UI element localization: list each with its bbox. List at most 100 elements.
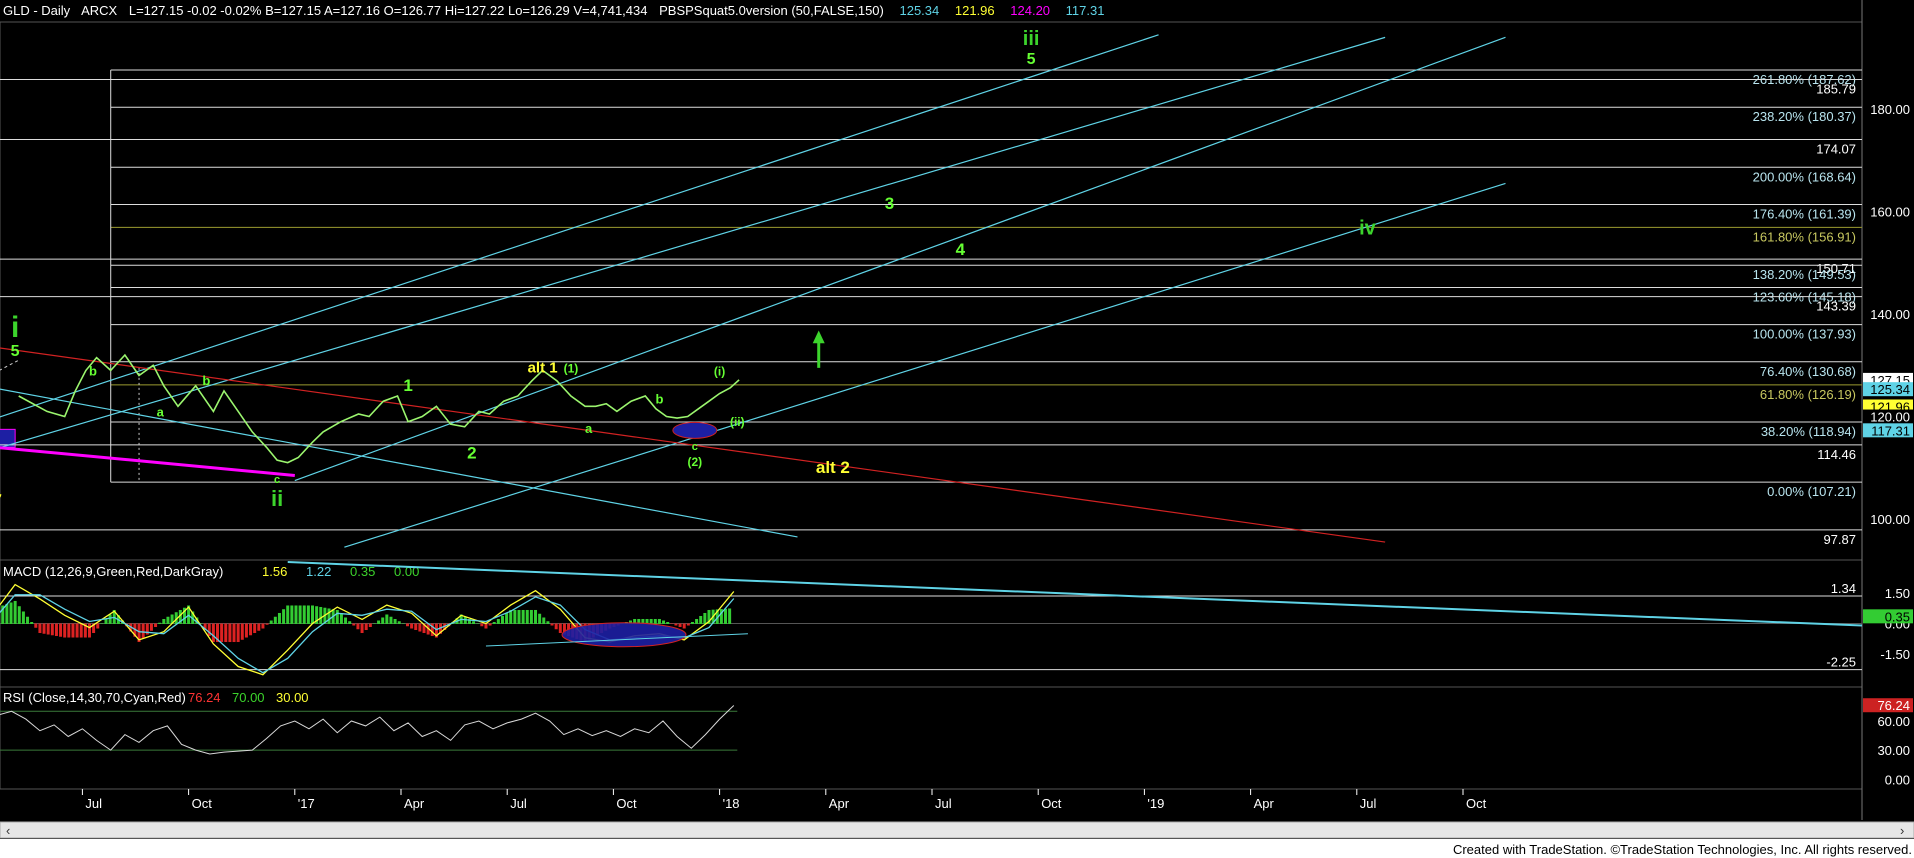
macd-histogram-bar-23-4 [500,615,504,624]
wave-label-11: alt 1 [528,359,558,376]
fib-level-label-16: 0.00% (107.21) [1767,484,1856,499]
wave-label-21: 4 [956,240,966,259]
header-indicator-value-1: 125.34 [899,3,939,18]
macd-histogram-bar-12-2 [220,623,224,643]
macd-histogram-bar-19-2 [393,618,397,624]
macd-histogram-bar-18-3 [372,623,376,624]
price-tag-1: 125.34 [1870,382,1910,397]
macd-histogram-bar-17-5 [356,623,360,630]
macd-histogram-bar-18-4 [377,620,381,624]
macd-histogram-bar-14-1 [265,623,269,625]
macd-histogram-bar-25-3 [546,621,550,624]
macd-axis-tick-2: -1.50 [1880,647,1910,662]
macd-histogram-bar-14-2 [269,620,273,624]
macd-histogram-bar-17-0 [335,609,339,624]
footer-credit: Created with TradeStation. ©TradeStation… [1453,842,1912,857]
macd-histogram-bar-24-1 [513,609,517,624]
macd-histogram-bar-23-2 [492,621,496,624]
header-symbol: GLD - Daily [3,3,71,18]
header-quote: L=127.15 -0.02 -0.02% B=127.15 A=127.16 … [129,3,648,18]
wave-label-4: b [89,364,97,379]
macd-histogram-bar-15-4 [302,605,306,624]
macd-value-0: 1.56 [262,564,287,579]
macd-histogram-bar-7-0 [87,623,91,638]
macd-histogram-bar-15-3 [298,605,302,624]
gld-daily-chart: GLD - Daily ARCX L=127.15 -0.02 -0.02% B… [0,0,1914,858]
macd-histogram-bar-24-2 [517,609,521,624]
macd-histogram-bar-25-0 [534,609,538,624]
macd-histogram-bar-12-5 [232,623,236,643]
macd-histogram-bar-16-0 [311,605,314,624]
macd-histogram-bar-5-2 [46,623,50,635]
macd-histogram-bar-18-5 [381,617,385,624]
macd-ellipse [561,622,687,648]
price-axis-tick-0: 180.00 [1870,102,1910,117]
horizontal-scrollbar[interactable]: ‹ › [0,821,1914,839]
macd-histogram-bar-31-0 [682,623,686,629]
wave-label-16: (2) [687,455,702,469]
time-axis-label-1: Oct [192,796,213,811]
macd-histogram-bar-13-3 [249,623,253,636]
macd-histogram-bar-6-4 [79,623,83,638]
macd-axis-tick-0: 1.50 [1885,586,1910,601]
scroll-left-arrow-icon[interactable]: ‹ [6,823,10,838]
price-axis-tick-2: 140.00 [1870,307,1910,322]
macd-histogram-bar-23-3 [496,618,500,624]
macd-histogram-bar-14-3 [273,616,277,624]
rsi-title: RSI (Close,14,30,70,Cyan,Red) [3,690,186,705]
wave-label-24: iv [1359,218,1377,240]
rsi-value-2: 30.00 [276,690,309,705]
wave-label-22: iii [1023,28,1040,50]
macd-value-1: 1.22 [306,564,331,579]
rsi-axis-tick-1: 30.00 [1877,743,1910,758]
macd-histogram-bar-6-1 [67,623,71,638]
macd-histogram-bar-14-5 [282,609,286,624]
macd-histogram-bar-4-2 [21,611,25,624]
macd-histogram-bar-25-2 [542,617,546,624]
fib-level-label-1: 185.79 [1816,81,1856,96]
macd-histogram-bar-32-4 [724,608,727,624]
wave-label-1: 5 [11,343,20,360]
fib-level-label-4: 200.00% (168.64) [1753,169,1856,184]
wave-label-13: a [585,421,593,436]
wave-label-6: b [202,373,210,388]
macd-histogram-bar-9-3 [149,623,153,631]
wave-2-ellipse [672,421,718,439]
macd-histogram-bar-3-4 [5,603,9,624]
macd-histogram-bar-4-1 [17,606,21,624]
macd-histogram-bar-30-3 [670,623,674,624]
wave-label-14: b [655,392,663,407]
fib-level-label-14: 38.20% (118.94) [1761,424,1856,439]
time-axis-label-5: Oct [616,796,637,811]
wave-label-7: c [274,474,280,486]
macd-histogram-bar-5-5 [59,623,63,637]
price-axis-tick-4: 100.00 [1870,512,1910,527]
macd-histogram-bar-22-5 [480,623,484,627]
time-axis-label-9: Oct [1041,796,1062,811]
time-axis-label-8: Jul [935,796,952,811]
macd-histogram-bar-13-5 [257,623,261,631]
wave-label-15: c [692,441,698,453]
macd-histogram-bar-30-1 [662,620,666,624]
macd-histogram-bar-24-5 [529,609,533,624]
macd-title: MACD (12,26,9,Green,Red,DarkGray) [3,564,223,579]
wave-label-9: 1 [403,376,412,395]
chart-header: GLD - Daily ARCX L=127.15 -0.02 -0.02% B… [3,3,1104,18]
wave-label-17: (i) [714,365,725,379]
macd-histogram-bar-7-3 [100,623,104,624]
macd-histogram-bar-4-4 [30,621,34,624]
time-axis-label-2: '17 [298,796,315,811]
macd-histogram-bar-16-2 [319,606,323,624]
macd-histogram-bar-25-1 [538,613,542,624]
macd-histogram-bar-31-3 [695,618,699,624]
rsi-current-tag: 76.24 [1877,698,1910,713]
macd-histogram-bar-16-4 [327,608,331,624]
macd-histogram-bar-32-5 [728,608,732,624]
time-axis-label-11: Apr [1254,796,1275,811]
scroll-right-arrow-icon[interactable]: › [1900,823,1904,838]
time-axis-label-3: Apr [404,796,425,811]
macd-histogram-bar-24-4 [525,609,529,624]
wave-label-20: 3 [885,194,894,213]
macd-histogram-bar-29-4 [649,618,653,624]
fib-level-label-6: 161.80% (156.91) [1753,229,1856,244]
